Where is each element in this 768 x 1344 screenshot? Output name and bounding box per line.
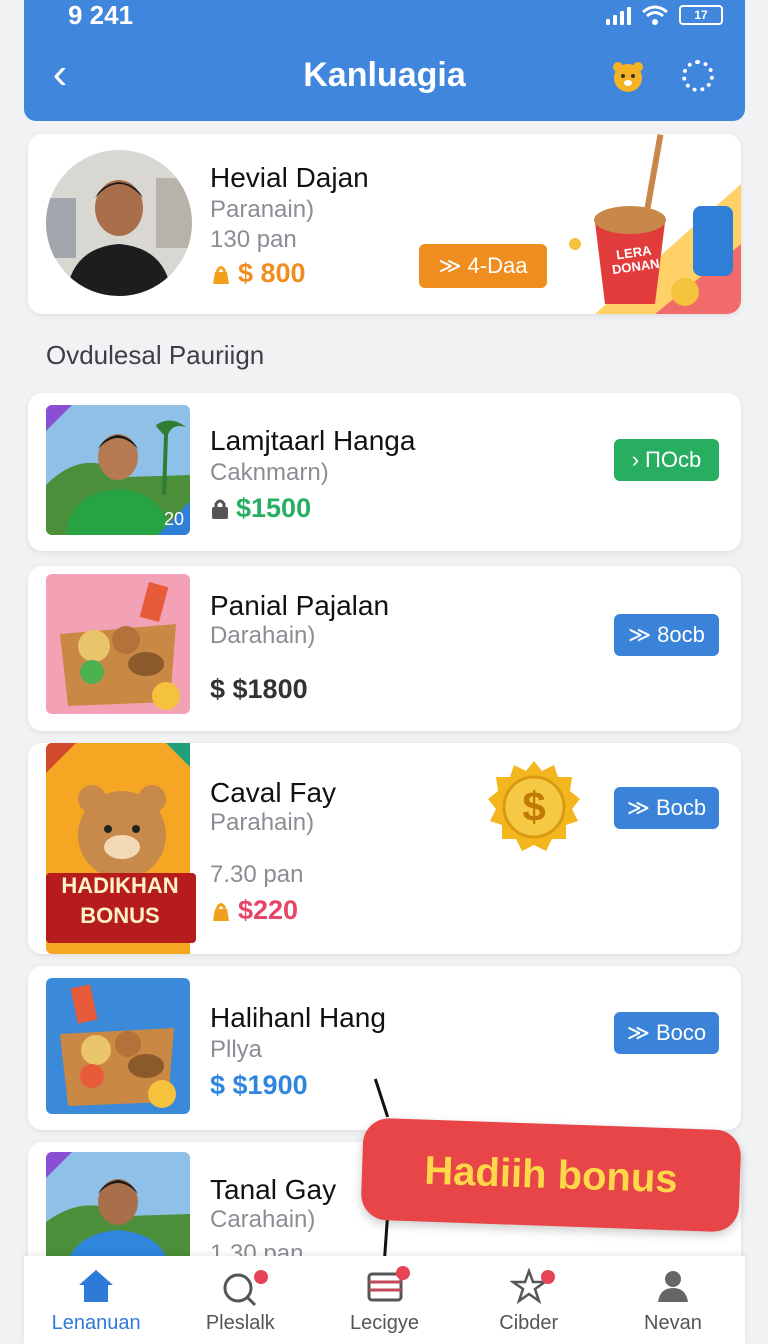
nav-label: Nevan xyxy=(644,1312,702,1334)
nav-label: Lecigye xyxy=(350,1312,419,1334)
item-badge: 20 xyxy=(164,509,185,529)
section-title: Ovdulesal Pauriign xyxy=(46,340,265,370)
featured-meta: 130 pan xyxy=(210,226,297,253)
bottom-nav: Lenanuan Pleslalk Lecigye Cibder Nevan xyxy=(24,1256,745,1344)
item-name: Tanal Gay xyxy=(210,1174,337,1205)
featured-price: $ 800 xyxy=(210,258,306,289)
item-chip-label: Bocb xyxy=(655,795,707,820)
featured-chip-label: 4-Daa xyxy=(467,253,528,278)
chevron-right-icon: ≫ xyxy=(626,1020,650,1045)
list-item[interactable]: 20 Lamjtaarl Hanga Caknmarn) $1500 › ΠOc… xyxy=(28,393,741,551)
item-subtitle: Carahain) xyxy=(210,1206,316,1233)
item-action-button[interactable]: ≫ 8ocb xyxy=(614,614,719,656)
item-chip-label: Boco xyxy=(655,1020,707,1045)
home-icon xyxy=(79,1270,114,1302)
item-subtitle: Pllya xyxy=(210,1036,263,1063)
item-subtitle: Caknmarn) xyxy=(210,459,329,486)
item-action-button[interactable]: › ΠOcb xyxy=(614,439,719,481)
nav-item-search[interactable]: Pleslalk xyxy=(168,1256,312,1344)
app-bar: 9 241 17 ‹ Kanluagia xyxy=(24,0,745,121)
list-item[interactable]: Panial Pajalan Darahain) $ $1800 ≫ 8ocb xyxy=(28,566,741,731)
item-price-value: $1500 xyxy=(236,493,312,523)
item-action-button[interactable]: ≫ Bocb xyxy=(614,787,719,829)
featured-duration-button[interactable]: ≫ 4-Daa xyxy=(419,244,547,288)
notification-dot xyxy=(396,1266,411,1280)
item-thumbnail xyxy=(46,978,190,1114)
chevron-right-icon: › xyxy=(631,447,640,472)
notification-dot xyxy=(254,1270,269,1284)
wifi-icon xyxy=(642,5,668,25)
list-item[interactable]: HADIKHAN BONUS Caval Fay Parahain) 7.30 … xyxy=(28,743,741,954)
callout-text: Hadiih bonus xyxy=(423,1148,679,1201)
item-action-button[interactable]: ≫ Boco xyxy=(614,1012,719,1054)
bag-icon xyxy=(213,902,229,921)
loading-icon[interactable] xyxy=(682,60,714,92)
signal-icon xyxy=(606,5,631,25)
bonus-banner: HADIKHAN BONUS xyxy=(54,871,186,931)
bonus-banner-line2: BONUS xyxy=(80,903,160,928)
nav-item-star[interactable]: Cibder xyxy=(457,1256,601,1344)
nav-item-home[interactable]: Lenanuan xyxy=(24,1256,168,1344)
item-name: Halihanl Hang xyxy=(210,1002,386,1033)
featured-card[interactable]: Hevial Dajan Paranain) 130 pan $ 800 ≫ 4… xyxy=(28,134,741,314)
nav-item-list[interactable]: Lecigye xyxy=(312,1256,456,1344)
item-thumbnail xyxy=(46,1152,190,1272)
profile-icon xyxy=(657,1271,688,1302)
notification-dot xyxy=(540,1270,555,1284)
item-name: Caval Fay xyxy=(210,777,337,808)
chevron-right-icon: ≫ xyxy=(438,253,462,278)
item-price: $ $1800 xyxy=(210,674,308,704)
lock-icon xyxy=(212,499,228,519)
nav-label: Pleslalk xyxy=(205,1312,275,1334)
bag-icon xyxy=(213,265,229,284)
item-price-value: $220 xyxy=(238,895,299,925)
bonus-banner-line1: HADIKHAN xyxy=(61,873,179,898)
nav-label: Cibder xyxy=(499,1312,559,1334)
item-price: $220 xyxy=(210,895,298,926)
featured-avatar xyxy=(46,150,192,296)
featured-subtitle: Paranain) xyxy=(210,196,315,223)
drink-promo-image xyxy=(569,134,741,314)
mascot-icon[interactable] xyxy=(608,58,648,98)
item-meta: 7.30 pan xyxy=(210,861,304,888)
status-icons: 17 xyxy=(606,4,723,26)
item-name: Panial Pajalan xyxy=(210,590,390,621)
coin-symbol: $ xyxy=(522,783,546,830)
status-time: 9 241 xyxy=(68,0,134,30)
nav-item-profile[interactable]: Nevan xyxy=(601,1256,745,1344)
item-chip-label: 8ocb xyxy=(657,622,705,647)
item-price: $1500 xyxy=(210,493,311,524)
featured-price-value: $ 800 xyxy=(238,258,306,288)
nav-label: Lenanuan xyxy=(51,1312,141,1334)
featured-name: Hevial Dajan xyxy=(210,162,369,193)
item-subtitle: Darahain) xyxy=(210,622,316,649)
item-subtitle: Parahain) xyxy=(210,809,315,836)
item-chip-label: ΠOcb xyxy=(645,447,702,472)
chevron-right-icon: ≫ xyxy=(626,795,650,820)
battery-icon: 17 xyxy=(679,5,723,25)
item-thumbnail xyxy=(46,574,190,714)
item-name: Lamjtaarl Hanga xyxy=(210,425,416,456)
chevron-right-icon: ≫ xyxy=(628,622,652,647)
item-price: $ $1900 xyxy=(210,1070,308,1100)
bonus-callout[interactable]: Hadiih bonus xyxy=(360,1117,742,1233)
